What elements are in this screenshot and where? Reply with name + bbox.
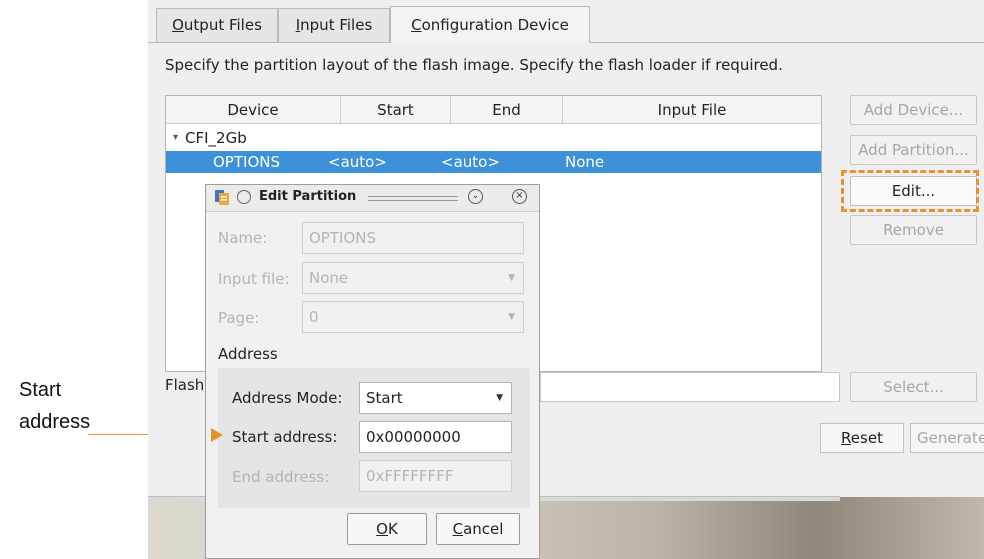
input-file-value: None xyxy=(309,269,349,287)
end-address-input[interactable]: 0xFFFFFFFF xyxy=(359,460,512,492)
callout-arrow-icon xyxy=(211,428,223,442)
page-select[interactable]: 0 ▼ xyxy=(302,301,524,333)
select-button[interactable]: Select... xyxy=(850,372,977,402)
address-section-title: Address xyxy=(218,345,278,363)
add-partition-button[interactable]: Add Partition... xyxy=(850,135,977,165)
title-decoration xyxy=(368,196,458,197)
tab-configuration-device[interactable]: Configuration Device xyxy=(390,6,590,43)
address-mode-value: Start xyxy=(366,389,403,407)
edit-partition-dialog: Edit Partition ⌄ × Name: OPTIONS Input f… xyxy=(205,184,540,559)
generate-button[interactable]: Generate xyxy=(910,423,984,453)
row-start: <auto> xyxy=(328,153,387,171)
column-header-input-file[interactable]: Input File xyxy=(563,96,821,124)
ok-button[interactable]: OK xyxy=(347,513,427,545)
window-menu-icon[interactable] xyxy=(237,190,251,204)
collapse-arrow-icon[interactable]: ▾ xyxy=(173,127,178,149)
minimize-icon[interactable]: ⌄ xyxy=(468,189,483,204)
app-icon xyxy=(214,189,230,206)
row-name: OPTIONS xyxy=(213,153,280,171)
column-header-device[interactable]: Device xyxy=(166,96,341,124)
column-header-end[interactable]: End xyxy=(451,96,563,124)
input-file-select[interactable]: None ▼ xyxy=(302,262,524,294)
page-label: Page: xyxy=(218,309,260,327)
flash-loader-label: Flash xyxy=(165,376,205,394)
dialog-title: Edit Partition xyxy=(259,189,357,204)
reset-button[interactable]: Reset xyxy=(820,423,904,453)
name-label: Name: xyxy=(218,229,268,247)
dropdown-arrow-icon: ▼ xyxy=(508,312,515,322)
dropdown-arrow-icon: ▼ xyxy=(508,273,515,283)
add-device-button[interactable]: Add Device... xyxy=(850,95,977,125)
page-value: 0 xyxy=(309,308,319,326)
start-address-input[interactable]: 0x00000000 xyxy=(359,421,512,453)
end-address-label: End address: xyxy=(232,468,330,486)
flash-loader-field[interactable] xyxy=(540,372,840,402)
start-address-label: Start address: xyxy=(232,428,338,446)
cancel-button[interactable]: Cancel xyxy=(436,513,520,545)
column-header-start[interactable]: Start xyxy=(341,96,451,124)
tab-input-files[interactable]: Input Files xyxy=(278,8,390,42)
row-end: <auto> xyxy=(441,153,500,171)
device-name: CFI_2Gb xyxy=(185,129,247,147)
dialog-title-bar: Edit Partition ⌄ × xyxy=(206,185,539,212)
tab-output-files[interactable]: Output Files xyxy=(156,8,278,42)
title-decoration-2 xyxy=(368,200,458,201)
address-mode-select[interactable]: Start ▼ xyxy=(359,382,512,414)
edit-highlight-box xyxy=(841,170,979,212)
address-mode-label: Address Mode: xyxy=(232,389,343,407)
close-icon[interactable]: × xyxy=(512,189,527,204)
description-text: Specify the partition layout of the flas… xyxy=(165,56,783,74)
row-input-file: None xyxy=(565,153,605,171)
name-field[interactable]: OPTIONS xyxy=(302,222,524,254)
remove-button[interactable]: Remove xyxy=(850,215,977,245)
tree-row-device[interactable]: ▾ CFI_2Gb xyxy=(166,127,821,149)
callout-label-line2: address xyxy=(19,411,91,433)
table-row-options[interactable]: OPTIONS <auto> <auto> None xyxy=(166,151,821,173)
input-file-label: Input file: xyxy=(218,270,290,288)
callout-label-line1: Start xyxy=(19,379,62,401)
dropdown-arrow-icon: ▼ xyxy=(496,393,503,403)
